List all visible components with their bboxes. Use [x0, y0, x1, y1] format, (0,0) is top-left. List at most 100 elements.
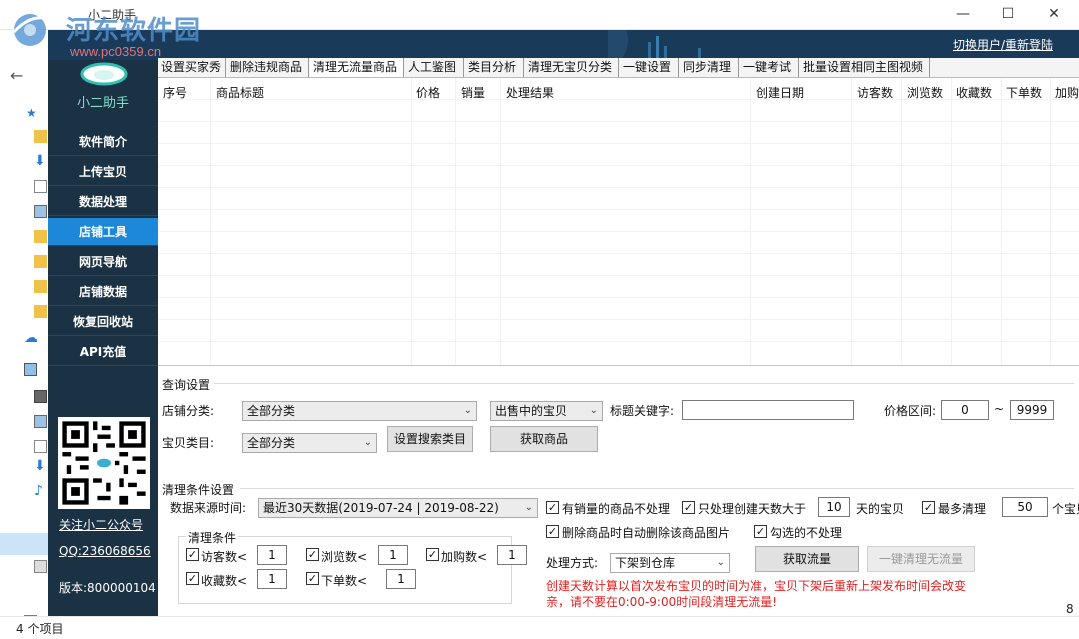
checkbox-views[interactable]: ✓ [306, 548, 319, 561]
qq-link[interactable]: QQ:236068656 [59, 544, 151, 558]
shop-category-select[interactable]: 全部分类 ⌄ [242, 401, 477, 421]
video-icon[interactable] [34, 390, 47, 403]
download-icon[interactable]: ⬇ [34, 154, 47, 168]
picture-icon[interactable] [34, 205, 47, 218]
method-label: 处理方式: [546, 556, 599, 570]
chevron-down-icon: ⌄ [716, 557, 725, 568]
price-separator: ~ [994, 402, 1005, 416]
document-icon[interactable] [34, 440, 47, 453]
price-max-input[interactable]: 9999 [1010, 400, 1054, 420]
favorites-input[interactable]: 1 [257, 569, 287, 589]
folder-icon[interactable] [34, 230, 47, 243]
star-icon[interactable]: ★ [26, 106, 37, 120]
back-arrow-icon[interactable]: ← [10, 66, 23, 85]
checkbox-delete-images[interactable]: ✓ [546, 525, 559, 538]
tab-one-click-exam[interactable]: 一键考试 [740, 58, 799, 77]
checkbox-orders[interactable]: ✓ [306, 572, 319, 585]
price-min-input[interactable]: 0 [941, 400, 989, 420]
column-header[interactable]: 收藏数 [956, 84, 992, 101]
follow-wechat-link[interactable]: 关注小二公众号 [59, 516, 143, 533]
tab-clean-empty-category[interactable]: 清理无宝贝分类 [525, 58, 619, 77]
app-name: 小二助手 [76, 96, 129, 111]
nav-data-processing[interactable]: 数据处理 [48, 188, 158, 216]
checkbox-skip-sold[interactable]: ✓ [546, 501, 559, 514]
tab-buyer-show[interactable]: 设置买家秀 [158, 58, 226, 77]
music-icon[interactable]: ♪ [34, 484, 47, 498]
item-category-label: 宝贝类目: [162, 436, 215, 450]
document-icon[interactable] [34, 180, 47, 193]
download-icon[interactable]: ⬇ [34, 459, 47, 473]
tab-manual-image-check[interactable]: 人工鉴图 [405, 58, 464, 77]
column-header[interactable]: 加购 [1055, 84, 1079, 101]
nav-web-navigation[interactable]: 网页导航 [48, 248, 158, 276]
maximize-button[interactable]: ☐ [993, 4, 1023, 24]
tab-category-analysis[interactable]: 类目分析 [465, 58, 524, 77]
column-header[interactable]: 访客数 [857, 84, 893, 101]
checkbox-cart[interactable]: ✓ [426, 548, 439, 561]
tab-sync-clean[interactable]: 同步清理 [680, 58, 739, 77]
get-traffic-button[interactable]: 获取流量 [755, 546, 859, 572]
data-source-select[interactable]: 最近30天数据(2019-07-24 | 2019-08-22) ⌄ [258, 498, 538, 518]
min-days-input[interactable]: 10 [818, 497, 850, 517]
minimize-button[interactable]: — [948, 4, 978, 24]
column-header[interactable]: 销量 [461, 84, 485, 101]
checkbox-favorites[interactable]: ✓ [186, 572, 199, 585]
nav-shop-tools[interactable]: 店铺工具 [48, 218, 158, 246]
item-category-value: 全部分类 [247, 436, 296, 450]
tab-clean-no-traffic[interactable]: 清理无流量商品 [310, 58, 404, 77]
folder-icon[interactable] [34, 130, 47, 143]
visitors-label: 访客数< [201, 550, 248, 564]
folder-icon[interactable] [34, 255, 47, 268]
max-clean-input[interactable]: 50 [1002, 497, 1048, 517]
tab-one-click-setup[interactable]: 一键设置 [620, 58, 679, 77]
nav-software-intro[interactable]: 软件简介 [48, 128, 158, 156]
tab-delete-violations[interactable]: 删除违规商品 [227, 58, 309, 77]
drive-icon[interactable] [34, 560, 47, 573]
column-header[interactable]: 序号 [163, 84, 187, 101]
computer-icon[interactable] [24, 363, 37, 376]
tab-batch-video[interactable]: 批量设置相同主图视频 [800, 58, 930, 77]
checkbox-min-days[interactable]: ✓ [682, 501, 695, 514]
column-header[interactable]: 价格 [416, 84, 440, 101]
results-table[interactable]: 序号 商品标题 价格 销量 处理结果 创建日期 访客数 浏览数 收藏数 下单数 … [158, 78, 1079, 366]
switch-user-link[interactable]: 切换用户/重新登陆 [953, 36, 1053, 53]
views-input[interactable]: 1 [378, 545, 408, 565]
method-select[interactable]: 下架到仓库 ⌄ [610, 553, 730, 573]
cart-input[interactable]: 1 [497, 545, 527, 565]
orders-input[interactable]: 1 [386, 569, 416, 589]
cloud-icon[interactable]: ☁ [24, 330, 38, 346]
column-header[interactable]: 创建日期 [756, 84, 804, 101]
folder-icon[interactable] [34, 305, 47, 318]
one-click-clean-button[interactable]: 一键清理无流量 [867, 546, 975, 572]
query-settings-title: 查询设置 [162, 378, 211, 392]
checkbox-skip-checked[interactable]: ✓ [754, 525, 767, 538]
visitors-input[interactable]: 1 [257, 545, 287, 565]
column-header[interactable]: 下单数 [1006, 84, 1042, 101]
keyword-input[interactable] [682, 400, 854, 420]
selected-drive-row[interactable] [0, 533, 48, 555]
checkbox-max-clean[interactable]: ✓ [922, 501, 935, 514]
shop-category-value: 全部分类 [247, 404, 296, 418]
column-header[interactable]: 商品标题 [216, 84, 264, 101]
item-status-select[interactable]: 出售中的宝贝 ⌄ [490, 401, 603, 421]
tab-bar: 设置买家秀 删除违规商品 清理无流量商品 人工鉴图 类目分析 清理无宝贝分类 一… [158, 58, 1079, 78]
nav-upload-item[interactable]: 上传宝贝 [48, 158, 158, 186]
nav-shop-data[interactable]: 店铺数据 [48, 278, 158, 306]
close-button[interactable]: ✕ [1039, 4, 1069, 24]
item-category-select[interactable]: 全部分类 ⌄ [242, 433, 377, 453]
watermark-title: 河东软件园 [66, 16, 202, 46]
nav-restore-recycle[interactable]: 恢复回收站 [48, 308, 158, 336]
nav-api-recharge[interactable]: API充值 [48, 338, 158, 366]
explorer-status-bar: 4 个项目 [0, 616, 1079, 639]
picture-icon[interactable] [34, 415, 47, 428]
get-goods-button[interactable]: 获取商品 [490, 426, 598, 452]
column-header[interactable]: 浏览数 [907, 84, 943, 101]
conditions-title: 清理条件 [186, 529, 239, 546]
set-search-category-button[interactable]: 设置搜索类目 [387, 426, 473, 452]
chevron-down-icon: ⌄ [524, 502, 533, 513]
clean-settings-title: 清理条件设置 [162, 483, 235, 497]
folder-icon[interactable] [34, 280, 47, 293]
column-header[interactable]: 处理结果 [506, 84, 554, 101]
min-days-label: 只处理创建天数大于 [698, 502, 807, 516]
checkbox-visitors[interactable]: ✓ [186, 548, 199, 561]
